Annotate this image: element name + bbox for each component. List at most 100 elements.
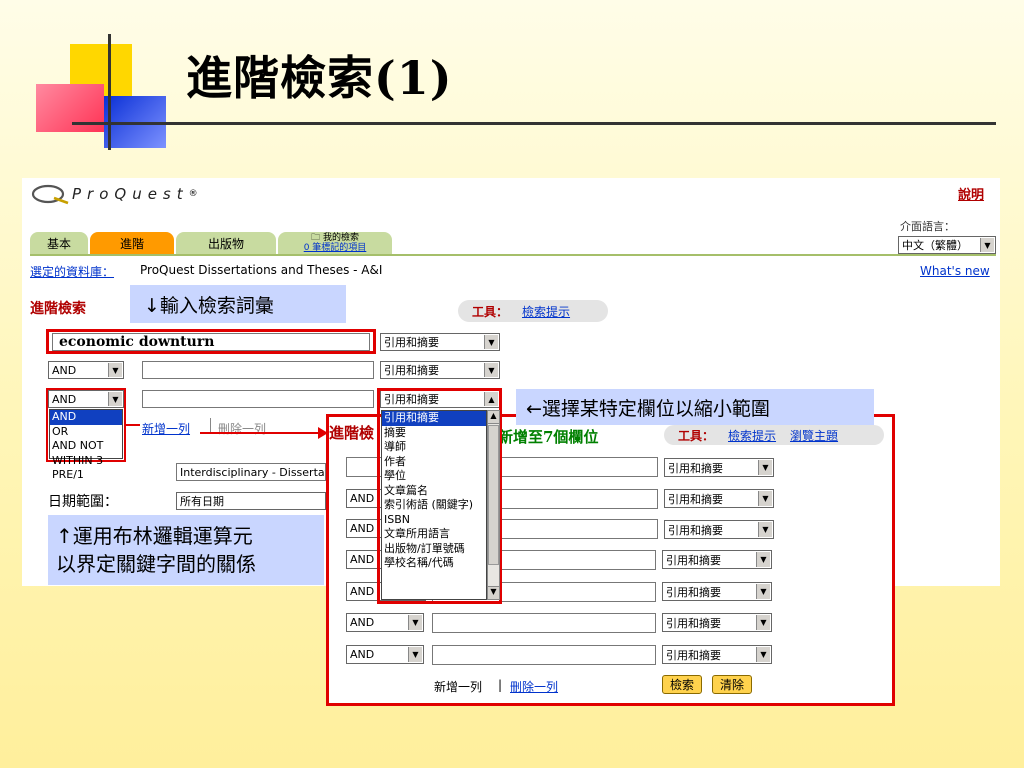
tab-my-search-label: 我的檢索 <box>322 233 359 243</box>
search-term-input-2[interactable] <box>142 361 374 379</box>
tools-bar: 工具： 檢索提示 <box>458 300 608 322</box>
chevron-down-icon: ▼ <box>758 522 772 537</box>
scrollbar-thumb[interactable] <box>488 425 499 565</box>
tab-basic[interactable]: 基本 <box>30 232 88 254</box>
expanded-tools-bar: 工具： 檢索提示 瀏覽主題 <box>664 425 884 445</box>
field-option[interactable]: 導師 <box>382 440 486 455</box>
operator-option[interactable]: PRE/1 <box>50 468 122 483</box>
add-row-link[interactable]: 新增一列 <box>142 420 190 437</box>
field-option[interactable]: 索引術語 (關鍵字) <box>382 498 486 513</box>
deco-horizontal-line <box>72 122 996 125</box>
chevron-down-icon: ▼ <box>756 584 770 599</box>
field-option[interactable]: 出版物/訂單號碼 <box>382 542 486 557</box>
field-option[interactable]: 學位 <box>382 469 486 484</box>
date-range-label: 日期範圍： <box>48 494 118 510</box>
callout-boolean-line-1: ↑運用布林邏輯運算元 <box>56 524 253 548</box>
expanded-seven-fields-label: 新增至7個欄位 <box>498 428 599 446</box>
expanded-field-select-3[interactable]: 引用和摘要 ▼ <box>664 520 774 539</box>
search-tips-link[interactable]: 檢索提示 <box>728 427 776 444</box>
chevron-down-icon: ▼ <box>484 335 498 349</box>
field-option[interactable]: ISBN <box>382 513 486 528</box>
expanded-field-select-6[interactable]: 引用和摘要 ▼ <box>662 613 772 632</box>
operator-option[interactable]: WITHIN 3 <box>50 454 122 469</box>
expanded-field-select-7[interactable]: 引用和摘要 ▼ <box>662 645 772 664</box>
field-select-1[interactable]: 引用和摘要 ▼ <box>380 333 500 351</box>
proquest-q-icon <box>31 184 69 205</box>
search-tips-link[interactable]: 檢索提示 <box>522 303 570 320</box>
field-option[interactable]: 引用和摘要 <box>382 411 486 426</box>
field-dropdown-list[interactable]: 引用和摘要 摘要 導師 作者 學位 文章篇名 索引術語 (關鍵字) ISBN 文… <box>381 410 487 600</box>
tab-publications[interactable]: 出版物 <box>176 232 276 254</box>
field-option[interactable]: 摘要 <box>382 426 486 441</box>
callout-boolean-line-2: 以界定關鍵字間的關係 <box>56 552 256 576</box>
chevron-down-icon: ▼ <box>758 460 772 475</box>
registered-mark: ® <box>188 189 198 199</box>
whats-new-link[interactable]: What's new <box>920 264 990 278</box>
chevron-down-icon: ▼ <box>980 238 994 252</box>
chevron-down-icon: ▼ <box>484 363 498 377</box>
chevron-down-icon: ▼ <box>756 647 770 662</box>
search-term-input-1[interactable]: economic downturn <box>52 333 370 351</box>
delete-row-link[interactable]: 刪除一列 <box>218 420 266 437</box>
clear-button[interactable]: 清除 <box>712 675 752 694</box>
browse-topics-link[interactable]: 瀏覽主題 <box>790 427 838 444</box>
expanded-delete-row-link[interactable]: 刪除一列 <box>510 678 558 695</box>
field-option[interactable]: 學校名稱/代碼 <box>382 556 486 571</box>
operator-option[interactable]: OR <box>50 425 122 440</box>
field-option[interactable]: 文章所用語言 <box>382 527 486 542</box>
field-option[interactable]: 作者 <box>382 455 486 470</box>
callout-enter-terms: ↓輸入檢索詞彙 <box>130 285 346 323</box>
operator-select-2[interactable]: AND ▼ <box>48 361 124 379</box>
chevron-down-icon: ▼ <box>108 363 122 377</box>
proquest-logo-text: ProQuest <box>72 185 189 203</box>
expanded-term-input-7[interactable] <box>432 645 656 665</box>
tools-label: 工具： <box>472 304 509 319</box>
field-dropdown-scrollbar[interactable]: ▲ ▼ <box>487 410 500 600</box>
expanded-field-select-4[interactable]: 引用和摘要 ▼ <box>662 550 772 569</box>
callout-select-field: ←選擇某特定欄位以縮小範圍 <box>516 389 874 425</box>
expanded-link-separator: | <box>498 678 503 692</box>
expanded-field-select-2[interactable]: 引用和摘要 ▼ <box>664 489 774 508</box>
scroll-down-icon[interactable]: ▼ <box>488 586 499 599</box>
callout-boolean: ↑運用布林邏輯運算元 以界定關鍵字間的關係 <box>48 515 324 585</box>
operator-dropdown-list[interactable]: AND OR AND NOT WITHIN 3 PRE/1 <box>49 409 123 481</box>
expanded-add-row-link[interactable]: 新增一列 <box>434 678 482 695</box>
expanded-term-input-6[interactable] <box>432 613 656 633</box>
expanded-operator-select-6[interactable]: AND ▼ <box>346 613 424 632</box>
search-term-input-3[interactable] <box>142 390 374 408</box>
tab-my-search[interactable]: 🗀 我的檢索 0 筆標記的項目 <box>278 232 392 254</box>
expanded-field-select-5[interactable]: 引用和摘要 ▼ <box>662 582 772 601</box>
chevron-down-icon: ▼ <box>756 552 770 567</box>
date-range-select[interactable]: 所有日期 <box>176 492 326 510</box>
deco-vertical-line <box>108 34 111 150</box>
field-select-2[interactable]: 引用和摘要 ▼ <box>380 361 500 379</box>
advanced-search-title: 進階檢索 <box>30 301 86 317</box>
selected-database-name: ProQuest Dissertations and Theses - A&I <box>140 263 383 277</box>
expanded-operator-select-7[interactable]: AND ▼ <box>346 645 424 664</box>
proquest-logo: ProQuest ® <box>30 181 198 207</box>
search-button[interactable]: 檢索 <box>662 675 702 694</box>
slide-title: 進階檢索(1) <box>186 51 453 105</box>
chevron-down-icon: ▼ <box>408 647 422 662</box>
chevron-down-icon: ▼ <box>408 615 422 630</box>
scroll-up-icon[interactable]: ▲ <box>488 411 499 424</box>
connector-line <box>126 424 140 426</box>
chevron-down-icon: ▼ <box>756 615 770 630</box>
operator-option[interactable]: AND NOT <box>50 439 122 454</box>
arrow-line <box>200 432 320 434</box>
expanded-field-select-1[interactable]: 引用和摘要 ▼ <box>664 458 774 477</box>
language-label: 介面語言： <box>900 220 955 233</box>
tab-advanced[interactable]: 進階 <box>90 232 174 254</box>
subject-input[interactable]: Interdisciplinary - Dissertations <box>176 463 326 481</box>
chevron-down-icon: ▼ <box>758 491 772 506</box>
expanded-title-prefix: 進階檢 <box>329 424 375 442</box>
help-link[interactable]: 說明 <box>958 184 984 203</box>
language-select[interactable]: 中文（繁體） ▼ <box>898 236 996 254</box>
folder-icon: 🗀 <box>311 233 321 243</box>
operator-option[interactable]: AND <box>50 410 122 425</box>
tab-underline <box>30 254 996 256</box>
tools-label: 工具： <box>678 428 715 443</box>
selected-database-label[interactable]: 選定的資料庫： <box>30 263 114 280</box>
field-option[interactable]: 文章篇名 <box>382 484 486 499</box>
marked-items-link[interactable]: 0 筆標記的項目 <box>304 243 367 253</box>
